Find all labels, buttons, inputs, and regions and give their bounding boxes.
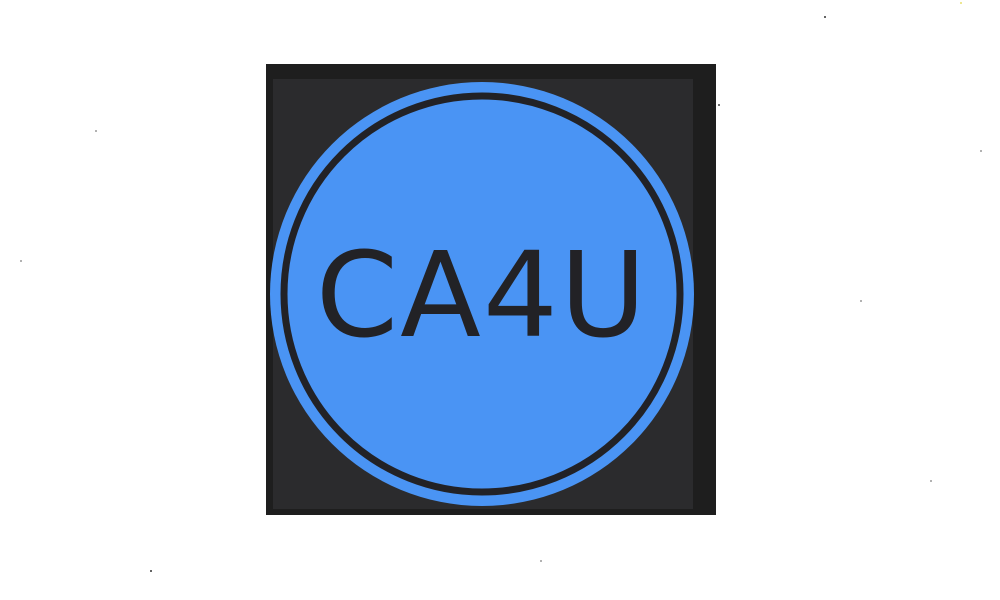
background-speck <box>718 104 720 106</box>
background-speck <box>540 560 542 562</box>
background-speck <box>150 570 152 572</box>
logo-badge: CA4U <box>270 82 694 506</box>
background-speck <box>980 150 982 152</box>
page-canvas: CA4U <box>0 0 1000 600</box>
background-speck <box>960 2 962 4</box>
logo-frame: CA4U <box>266 64 716 515</box>
background-speck <box>20 260 22 262</box>
background-speck <box>860 300 862 302</box>
logo-text: CA4U <box>316 226 649 364</box>
background-speck <box>95 130 97 132</box>
background-speck <box>930 480 932 482</box>
background-speck <box>824 16 826 18</box>
